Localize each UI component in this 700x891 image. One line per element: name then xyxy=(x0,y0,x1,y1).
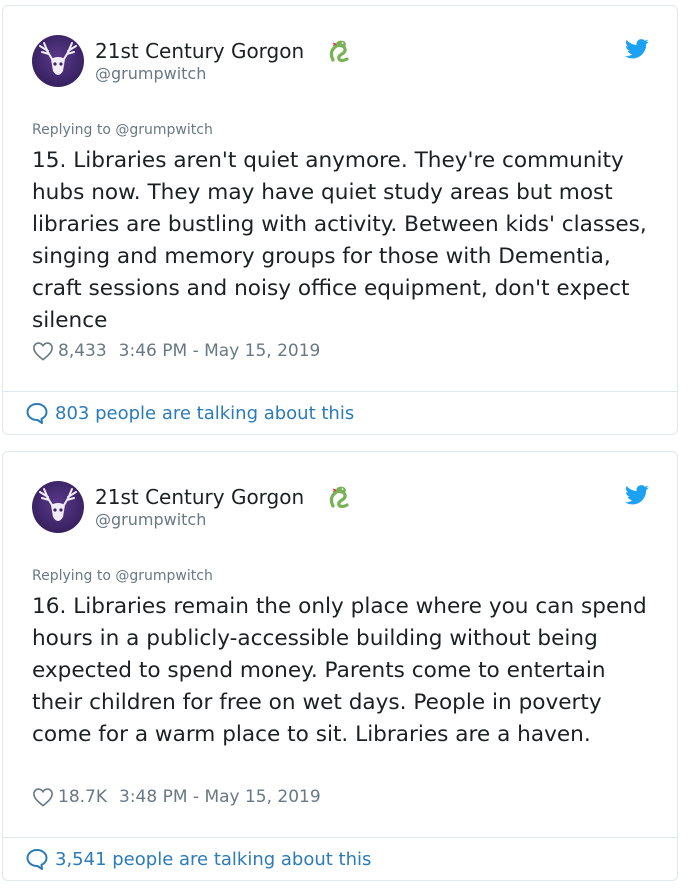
divider xyxy=(3,837,677,838)
avatar[interactable] xyxy=(32,35,84,87)
snake-icon xyxy=(329,40,349,63)
twitter-bird-icon[interactable] xyxy=(625,484,649,506)
divider xyxy=(3,391,677,392)
display-name[interactable]: 21st Century Gorgon xyxy=(95,39,304,63)
replying-to-label[interactable]: Replying to @grumpwitch xyxy=(32,567,213,585)
tweet-meta: 18.7K 3:48 PM - May 15, 2019 xyxy=(32,785,321,809)
tweet-meta: 8,433 3:46 PM - May 15, 2019 xyxy=(32,339,320,363)
conversation-link[interactable]: 803 people are talking about this xyxy=(25,400,354,426)
deer-skull-avatar-icon xyxy=(39,488,77,521)
tweet-card[interactable]: 21st Century Gorgon @grumpwitch Replying… xyxy=(2,5,678,435)
speech-bubble-icon xyxy=(26,403,48,424)
replying-to-label[interactable]: Replying to @grumpwitch xyxy=(32,121,213,139)
speech-bubble-icon xyxy=(26,849,48,870)
tweet-text: 15. Libraries aren't quiet anymore. They… xyxy=(32,148,647,333)
tweet-feed: 21st Century Gorgon @grumpwitch Replying… xyxy=(0,0,700,891)
like-count[interactable]: 18.7K xyxy=(58,787,107,807)
talking-about-label[interactable]: 803 people are talking about this xyxy=(55,403,354,424)
avatar[interactable] xyxy=(32,481,84,533)
user-handle[interactable]: @grumpwitch xyxy=(95,64,206,84)
talking-about-label[interactable]: 3,541 people are talking about this xyxy=(55,849,371,870)
heart-icon[interactable] xyxy=(32,341,54,361)
tweet-text: 16. Libraries remain the only place wher… xyxy=(32,594,647,747)
deer-skull-avatar-icon xyxy=(39,42,77,75)
heart-icon[interactable] xyxy=(32,787,54,807)
twitter-bird-icon[interactable] xyxy=(625,38,649,60)
user-handle[interactable]: @grumpwitch xyxy=(95,510,206,530)
like-count[interactable]: 8,433 xyxy=(58,341,107,361)
tweet-timestamp[interactable]: 3:48 PM - May 15, 2019 xyxy=(119,787,321,807)
snake-icon xyxy=(329,486,349,509)
tweet-timestamp[interactable]: 3:46 PM - May 15, 2019 xyxy=(119,341,321,361)
display-name[interactable]: 21st Century Gorgon xyxy=(95,485,304,509)
tweet-card[interactable]: 21st Century Gorgon @grumpwitch Replying… xyxy=(2,451,678,881)
conversation-link[interactable]: 3,541 people are talking about this xyxy=(25,846,371,872)
